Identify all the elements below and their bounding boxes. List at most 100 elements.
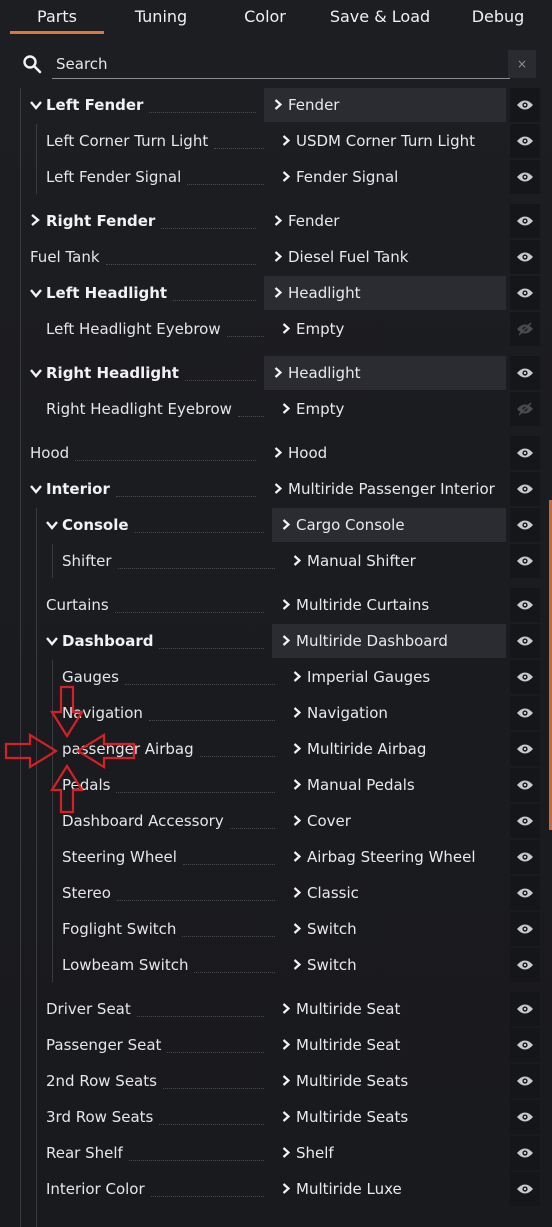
part-selector[interactable]: Fender (264, 88, 506, 122)
part-selector[interactable]: USDM Corner Turn Light (272, 124, 506, 158)
eye-icon[interactable] (510, 912, 540, 946)
part-selector[interactable]: Hood (264, 436, 506, 470)
part-selector[interactable]: Navigation (283, 696, 506, 730)
slot-name[interactable]: Passenger Seat (46, 1028, 161, 1062)
eye-icon[interactable] (510, 840, 540, 874)
eye-icon[interactable] (510, 804, 540, 838)
slot-name[interactable]: 2nd Row Seats (46, 1064, 157, 1098)
part-selector[interactable]: Multiride Seat (272, 992, 506, 1026)
eye-icon[interactable] (510, 876, 540, 910)
slot-name[interactable]: Left Headlight Eyebrow (46, 312, 221, 346)
chevron-down-icon[interactable] (46, 624, 58, 658)
eye-icon[interactable] (510, 768, 540, 802)
eye-icon[interactable] (510, 696, 540, 730)
eye-off-icon[interactable] (510, 392, 540, 426)
slot-name[interactable]: Console (46, 508, 129, 542)
part-selector[interactable]: Multiride Seats (272, 1100, 506, 1134)
slot-name[interactable]: Stereo (62, 876, 111, 910)
eye-icon[interactable] (510, 544, 540, 578)
slot-name[interactable]: Driver Seat (46, 992, 131, 1026)
part-selector[interactable]: Empty (272, 392, 506, 426)
part-selector[interactable]: Fender Signal (272, 160, 506, 194)
slot-name[interactable]: Dashboard Accessory (62, 804, 224, 838)
slot-name[interactable]: Hood (30, 436, 69, 470)
slot-name[interactable]: Dashboard (46, 624, 153, 658)
slot-name[interactable]: Fuel Tank (30, 240, 100, 274)
chevron-right-icon[interactable] (30, 204, 42, 238)
slot-name[interactable]: Lowbeam Switch (62, 948, 188, 982)
slot-name[interactable]: Foglight Switch (62, 912, 176, 946)
eye-icon[interactable] (510, 240, 540, 274)
part-selector[interactable]: Multiride Airbag (283, 732, 506, 766)
slot-name[interactable]: Gauges (62, 660, 119, 694)
chevron-right-icon (293, 912, 307, 946)
eye-icon[interactable] (510, 588, 540, 622)
eye-icon[interactable] (510, 472, 540, 506)
chevron-down-icon[interactable] (30, 472, 42, 506)
chevron-down-icon[interactable] (30, 88, 42, 122)
part-selector[interactable]: Airbag Steering Wheel (283, 840, 506, 874)
slot-name[interactable]: passenger Airbag (62, 732, 194, 766)
part-selector[interactable]: Diesel Fuel Tank (264, 240, 506, 274)
part-selector[interactable]: Multiride Passenger Interior (264, 472, 506, 506)
eye-icon[interactable] (510, 88, 540, 122)
slot-name[interactable]: Interior Color (46, 1172, 145, 1206)
part-selector[interactable]: Manual Shifter (283, 544, 506, 578)
slot-name[interactable]: Left Corner Turn Light (46, 124, 208, 158)
eye-icon[interactable] (510, 160, 540, 194)
eye-icon[interactable] (510, 992, 540, 1026)
part-selector[interactable]: Multiride Luxe (272, 1172, 506, 1206)
part-selector[interactable]: Cargo Console (272, 508, 506, 542)
part-selector[interactable]: Switch (283, 948, 506, 982)
part-selector[interactable]: Imperial Gauges (283, 660, 506, 694)
eye-icon[interactable] (510, 732, 540, 766)
eye-icon[interactable] (510, 1100, 540, 1134)
leader-dots (162, 1088, 264, 1089)
part-selector[interactable]: Classic (283, 876, 506, 910)
slot-name[interactable]: Left Fender (30, 88, 143, 122)
tree-row-gauges: Gauges Imperial Gauges (0, 660, 552, 694)
eye-icon[interactable] (510, 276, 540, 310)
slot-name[interactable]: 3rd Row Seats (46, 1100, 153, 1134)
part-selector[interactable]: Multiride Seat (272, 1028, 506, 1062)
eye-icon[interactable] (510, 948, 540, 982)
eye-icon[interactable] (510, 1064, 540, 1098)
slot-name[interactable]: Right Headlight Eyebrow (46, 392, 232, 426)
part-selector[interactable]: Multiride Curtains (272, 588, 506, 622)
eye-icon[interactable] (510, 124, 540, 158)
part-selector[interactable]: Manual Pedals (283, 768, 506, 802)
slot-name[interactable]: Rear Shelf (46, 1136, 123, 1170)
slot-name[interactable]: Curtains (46, 588, 109, 622)
chevron-down-icon[interactable] (30, 356, 42, 390)
part-selector[interactable]: Fender (264, 204, 506, 238)
part-selector[interactable]: Empty (272, 312, 506, 346)
eye-off-icon[interactable] (510, 312, 540, 346)
slot-name[interactable]: Right Fender (30, 204, 155, 238)
chevron-down-icon[interactable] (30, 276, 42, 310)
slot-name[interactable]: Steering Wheel (62, 840, 177, 874)
slot-name[interactable]: Shifter (62, 544, 112, 578)
part-selector[interactable]: Cover (283, 804, 506, 838)
chevron-down-icon[interactable] (46, 508, 58, 542)
slot-name[interactable]: Navigation (62, 696, 143, 730)
part-selector[interactable]: Headlight (264, 356, 506, 390)
eye-icon[interactable] (510, 1172, 540, 1206)
eye-icon[interactable] (510, 1028, 540, 1062)
eye-icon[interactable] (510, 624, 540, 658)
eye-icon[interactable] (510, 1136, 540, 1170)
slot-name[interactable]: Right Headlight (30, 356, 179, 390)
slot-name[interactable]: Pedals (62, 768, 110, 802)
part-selector[interactable]: Multiride Seats (272, 1064, 506, 1098)
part-selector[interactable]: Shelf (272, 1136, 506, 1170)
part-selector[interactable]: Headlight (264, 276, 506, 310)
slot-name[interactable]: Left Fender Signal (46, 160, 181, 194)
eye-icon[interactable] (510, 508, 540, 542)
eye-icon[interactable] (510, 356, 540, 390)
eye-icon[interactable] (510, 660, 540, 694)
part-selector[interactable]: Switch (283, 912, 506, 946)
eye-icon[interactable] (510, 204, 540, 238)
slot-name[interactable]: Interior (30, 472, 110, 506)
slot-name[interactable]: Left Headlight (30, 276, 167, 310)
part-selector[interactable]: Multiride Dashboard (272, 624, 506, 658)
eye-icon[interactable] (510, 436, 540, 470)
